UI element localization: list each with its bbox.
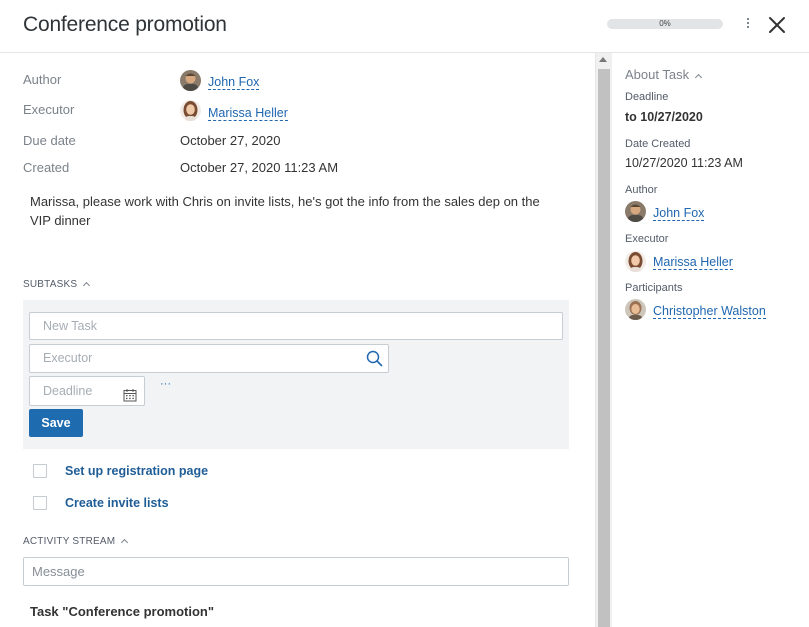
executor-label: Executor <box>23 102 75 117</box>
search-icon[interactable] <box>366 350 383 377</box>
subtasks-section-toggle[interactable]: SUBTASKS <box>23 279 91 290</box>
new-task-input[interactable]: New Task <box>29 312 563 340</box>
subtask-label[interactable]: Set up registration page <box>65 464 208 478</box>
more-options-button[interactable]: ··· <box>160 378 171 390</box>
participant-link[interactable]: Christopher Walston <box>653 304 766 319</box>
scroll-up-arrow[interactable] <box>599 57 607 62</box>
scroll-thumb[interactable] <box>598 69 610 627</box>
subtask-form: New Task Executor Deadline ··· Save <box>23 300 569 449</box>
side-author-avatar <box>625 201 646 222</box>
date-created-label: Date Created <box>625 138 691 150</box>
side-executor-label: Executor <box>625 233 669 245</box>
subtask-deadline-input[interactable]: Deadline <box>29 376 145 406</box>
page-title: Conference promotion <box>23 13 227 36</box>
progress-bar: 0% <box>607 19 723 29</box>
date-created-value: 10/27/2020 11:23 AM <box>625 156 743 170</box>
task-header: Conference promotion 0% <box>0 0 809 53</box>
message-input[interactable]: Message <box>23 557 569 586</box>
more-vertical-icon[interactable] <box>743 17 753 33</box>
created-label: Created <box>23 160 70 175</box>
about-task-title: About Task <box>625 67 690 82</box>
subtasks-title: SUBTASKS <box>23 279 78 290</box>
subtask-label[interactable]: Create invite lists <box>65 496 169 510</box>
deadline-placeholder: Deadline <box>43 384 93 398</box>
executor-link[interactable]: Marissa Heller <box>208 106 288 121</box>
subtask-executor-input[interactable]: Executor <box>29 344 389 373</box>
close-icon[interactable] <box>766 14 788 36</box>
deadline-label: Deadline <box>625 91 669 103</box>
progress-text: 0% <box>659 19 671 28</box>
about-task-toggle[interactable]: About Task <box>625 67 703 82</box>
scrollbar[interactable] <box>595 53 611 627</box>
activity-title: ACTIVITY STREAM <box>23 536 116 547</box>
deadline-value[interactable]: to 10/27/2020 <box>625 110 703 124</box>
task-description: Marissa, please work with Chris on invit… <box>30 194 540 228</box>
created-value: October 27, 2020 11:23 AM <box>180 160 339 175</box>
executor-avatar <box>180 100 201 121</box>
task-main: Author John Fox Executor Marissa Heller … <box>0 53 595 627</box>
due-date-label: Due date <box>23 133 76 148</box>
activity-section-toggle[interactable]: ACTIVITY STREAM <box>23 536 129 547</box>
participant-avatar <box>625 299 646 320</box>
chevron-up-icon <box>83 281 91 290</box>
author-label: Author <box>23 72 62 87</box>
participants-label: Participants <box>625 282 683 294</box>
chevron-up-icon <box>121 538 129 547</box>
side-executor-avatar <box>625 251 646 272</box>
subtask-checkbox[interactable] <box>33 496 47 510</box>
chevron-up-icon <box>695 73 703 82</box>
side-executor-link[interactable]: Marissa Heller <box>653 255 733 270</box>
executor-placeholder: Executor <box>43 351 93 365</box>
save-button[interactable]: Save <box>29 409 83 437</box>
due-date-value: October 27, 2020 <box>180 133 281 148</box>
author-avatar <box>180 70 201 91</box>
side-author-label: Author <box>625 184 658 196</box>
subtask-checkbox[interactable] <box>33 464 47 478</box>
calendar-icon[interactable] <box>123 384 137 412</box>
author-link[interactable]: John Fox <box>208 75 260 90</box>
activity-task-title: Task "Conference promotion" <box>30 604 214 619</box>
about-task-panel: About Task Deadline to 10/27/2020 Date C… <box>611 53 809 627</box>
side-author-link[interactable]: John Fox <box>653 206 705 221</box>
